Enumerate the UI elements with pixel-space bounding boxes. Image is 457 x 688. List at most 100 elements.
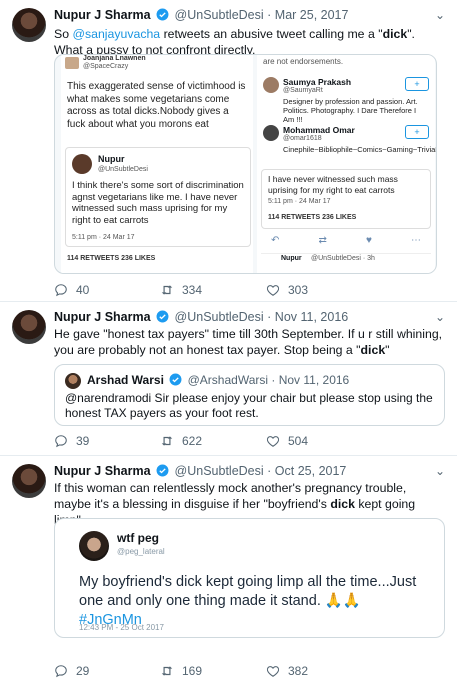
screenshot-left: Joanjana Lnawnen @SpaceCrazy This exagge… (61, 55, 253, 273)
like-icon: ♥ (365, 235, 372, 246)
tweet-text: He gave "honest tax payers" time till 30… (54, 326, 445, 358)
retweet-icon: ⇄ (318, 235, 327, 246)
author-name[interactable]: Nupur J Sharma (54, 310, 151, 324)
embed-handle: @peg_lateral (117, 547, 165, 556)
separator-dot: · (267, 310, 272, 324)
retweet-icon (161, 666, 173, 676)
author-name[interactable]: Nupur J Sharma (54, 464, 151, 478)
tweet-text-part: " (385, 343, 390, 357)
reply-icon (55, 435, 67, 448)
verified-icon (156, 310, 169, 323)
embed-text-part: My boyfriend's dick kept going limp all … (79, 574, 417, 609)
avatar (65, 57, 79, 69)
retweet-icon (161, 436, 173, 446)
embed-time: 5:11 pm · 24 Mar 17 (72, 234, 135, 241)
reply-button[interactable]: 39 (54, 434, 89, 448)
quoted-tweet[interactable]: Arshad Warsi @ArshadWarsi · Nov 11, 2016… (54, 364, 445, 426)
chevron-down-icon[interactable]: ⌄ (435, 464, 445, 478)
reply-count: 29 (76, 664, 90, 678)
follow-button: + (405, 77, 429, 91)
tweet-text-bold: dick (330, 497, 355, 511)
quote-header: Arshad Warsi @ArshadWarsi · Nov 11, 2016 (87, 373, 349, 387)
tweet-header: Nupur J Sharma @UnSubtleDesi · Mar 25, 2… (54, 8, 445, 24)
verified-icon (169, 373, 182, 386)
tweet[interactable]: Nupur J Sharma @UnSubtleDesi · Mar 25, 2… (0, 0, 457, 302)
like-icon (266, 666, 280, 677)
tweet-header: Nupur J Sharma @UnSubtleDesi · Oct 25, 2… (54, 464, 445, 480)
retweet-count: 622 (182, 434, 203, 448)
retweet-button[interactable]: 169 (160, 664, 202, 678)
user-handle: @SpaceCrazy (83, 63, 129, 70)
user-name: Joanjana Lnawnen (83, 55, 146, 62)
chevron-down-icon[interactable]: ⌄ (435, 8, 445, 22)
embed-handle: @UnSubtleDesi (98, 166, 148, 173)
avatar[interactable] (12, 464, 46, 498)
reply-count: 40 (76, 283, 90, 297)
quote-author-handle: @ArshadWarsi (187, 373, 269, 387)
quote-date: Nov 11, 2016 (278, 373, 350, 387)
quote-author-name: Arshad Warsi (87, 373, 164, 387)
divider (261, 253, 431, 254)
retweet-button[interactable]: 622 (160, 434, 202, 448)
footer-handle: @UnSubtleDesi · 3h (311, 255, 375, 262)
separator-dot: · (271, 373, 276, 387)
author-handle[interactable]: @UnSubtleDesi (175, 8, 264, 22)
avatar[interactable] (12, 8, 46, 42)
tweet-header: Nupur J Sharma @UnSubtleDesi · Nov 11, 2… (54, 310, 445, 326)
like-button[interactable]: 303 (266, 283, 308, 297)
tweet[interactable]: Nupur J Sharma @UnSubtleDesi · Nov 11, 2… (0, 302, 457, 456)
reply-button[interactable]: 40 (54, 283, 89, 297)
retweet-icon (161, 285, 173, 295)
embedded-tweet: Nupur @UnSubtleDesi I think there's some… (65, 147, 251, 247)
separator-dot: · (267, 464, 272, 478)
tweet-actions: 39 622 504 (54, 434, 417, 450)
author-handle[interactable]: @UnSubtleDesi (175, 310, 264, 324)
embed-emoji: 🙏🙏 (324, 593, 361, 609)
embed-name: wtf peg (117, 531, 159, 545)
reply-icon (55, 284, 67, 297)
tweet-date[interactable]: Oct 25, 2017 (275, 464, 347, 478)
mention-link[interactable]: @sanjayuvacha (72, 27, 160, 41)
chevron-down-icon[interactable]: ⌄ (435, 310, 445, 324)
footer-name: Nupur (281, 255, 302, 262)
author-name[interactable]: Nupur J Sharma (54, 8, 151, 22)
tweet-image[interactable]: Joanjana Lnawnen @SpaceCrazy This exagge… (54, 54, 437, 274)
retweet-count: 169 (182, 664, 203, 678)
embed-name: Nupur (98, 154, 125, 164)
like-button[interactable]: 504 (266, 434, 308, 448)
tweet-image[interactable]: wtf peg @peg_lateral My boyfriend's dick… (54, 518, 445, 638)
retweet-button[interactable]: 334 (160, 283, 202, 297)
reply-count: 39 (76, 434, 90, 448)
avatar (263, 125, 279, 141)
user-name: Saumya Prakash (283, 77, 352, 87)
tweet[interactable]: Nupur J Sharma @UnSubtleDesi · Oct 25, 2… (0, 456, 457, 688)
separator-dot: · (267, 8, 272, 22)
avatar (72, 154, 92, 174)
embed-actions: ↶ ⇄ ♥ ⋯ (271, 235, 421, 246)
tweet-date[interactable]: Mar 25, 2017 (275, 8, 349, 22)
user-handle: @omar1618 (283, 135, 322, 142)
quote-text: @narendramodi Sir please enjoy your chai… (65, 391, 433, 420)
avatar (263, 77, 279, 93)
reply-button[interactable]: 29 (54, 664, 89, 678)
tweet-text-bold: dick (382, 27, 408, 41)
embed-time: 5:11 pm · 24 Mar 17 (268, 198, 331, 205)
tweet-text-part: So (54, 27, 73, 41)
avatar[interactable] (12, 310, 46, 344)
user-bio: Cinephile~Bibliophile~Comics~Gaming~Triv… (283, 145, 436, 154)
embedded-tweet: I have never witnessed such mass uprisin… (261, 169, 431, 229)
avatar (79, 531, 109, 561)
embed-text: I have never witnessed such mass uprisin… (268, 174, 398, 195)
tweet-date[interactable]: Nov 11, 2016 (275, 310, 348, 324)
tweet-text-bold: dick (360, 343, 386, 357)
tweet-actions: 29 169 382 (54, 664, 417, 680)
like-count: 303 (288, 283, 309, 297)
embed-stats: 114 RETWEETS 236 LIKES (268, 214, 357, 221)
screenshot-right: are not endorsements. Saumya Prakash @Sa… (257, 55, 436, 273)
author-handle[interactable]: @UnSubtleDesi (175, 464, 264, 478)
like-icon (266, 436, 280, 447)
reply-icon (55, 665, 67, 678)
like-button[interactable]: 382 (266, 664, 308, 678)
more-icon: ⋯ (411, 235, 421, 246)
user-name: Mohammad Omar (283, 125, 355, 135)
